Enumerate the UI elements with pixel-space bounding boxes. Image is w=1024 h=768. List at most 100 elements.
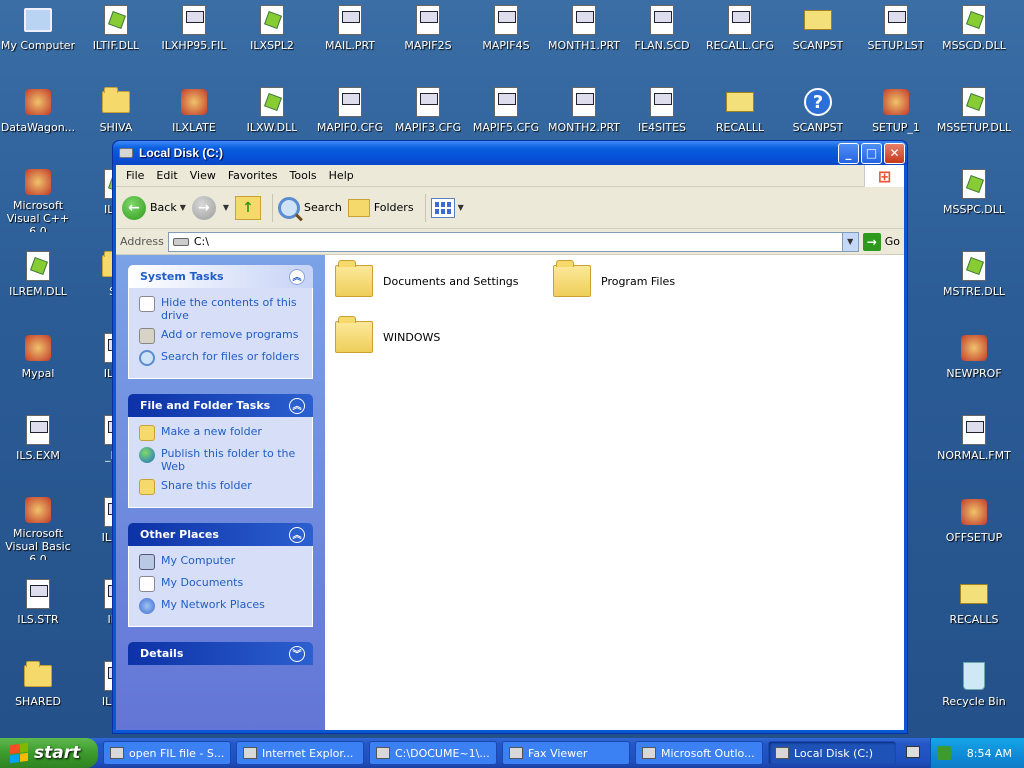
desktop-icon[interactable]: FLAN.SCD bbox=[624, 4, 700, 68]
taskbar-item[interactable]: Internet Explor... bbox=[236, 741, 364, 765]
file-folder-tasks-header[interactable]: File and Folder Tasks ︽ bbox=[128, 394, 313, 417]
desktop-icon[interactable]: RECALLS bbox=[936, 578, 1012, 642]
address-dropdown-button[interactable]: ▼ bbox=[841, 232, 858, 251]
console-icon bbox=[376, 747, 390, 759]
desktop-icon[interactable]: OFFSETUP bbox=[936, 496, 1012, 560]
taskbar-item[interactable]: open FIL file - S... bbox=[103, 741, 231, 765]
browser-icon bbox=[110, 747, 124, 759]
details-panel: Details ︾ bbox=[128, 642, 313, 665]
desktop-icon[interactable]: MSTRE.DLL bbox=[936, 250, 1012, 314]
desktop-icon[interactable]: My Computer bbox=[0, 4, 76, 68]
place-my-network-places[interactable]: My Network Places bbox=[139, 598, 302, 614]
desktop-icon[interactable]: Microsoft Visual Basic 6.0 bbox=[0, 496, 76, 560]
desktop-icon[interactable]: NORMAL.FMT bbox=[936, 414, 1012, 478]
title-bar[interactable]: Local Disk (C:) _ □ ✕ bbox=[113, 141, 907, 165]
windows-flag-icon bbox=[10, 742, 28, 764]
desktop-icon-label: SETUP.LST bbox=[867, 39, 925, 52]
desktop-icon[interactable]: ILS.STR bbox=[0, 578, 76, 642]
window-title: Local Disk (C:) bbox=[139, 146, 224, 160]
chevron-up-icon[interactable]: ︽ bbox=[289, 526, 305, 543]
menu-file[interactable]: File bbox=[120, 169, 150, 182]
go-button[interactable]: → Go bbox=[862, 232, 900, 251]
panel-title: System Tasks bbox=[140, 270, 224, 283]
search-button[interactable]: Search bbox=[278, 196, 342, 219]
folder-documents-and-settings[interactable]: Documents and Settings bbox=[335, 260, 519, 297]
chevron-up-icon[interactable]: ︽ bbox=[289, 397, 305, 414]
desktop-icon[interactable]: S bbox=[1000, 168, 1024, 232]
desktop-icon[interactable]: MONTH1.PRT bbox=[546, 4, 622, 68]
desktop-icon[interactable]: ILS.EXM bbox=[0, 414, 76, 478]
desktop-icon[interactable]: DataWagon... bbox=[0, 86, 76, 150]
views-button[interactable]: ▼ bbox=[430, 197, 464, 218]
address-input[interactable]: C:\ ▼ bbox=[167, 231, 859, 252]
taskbar-item[interactable]: Fax Viewer bbox=[502, 741, 630, 765]
desktop-icon[interactable]: Mypal bbox=[0, 332, 76, 396]
taskbar-item-active[interactable]: Local Disk (C:) bbox=[768, 741, 896, 765]
forward-button[interactable]: → ▼ bbox=[191, 195, 229, 220]
desktop-icon[interactable]: ILXHP95.FIL bbox=[156, 4, 232, 68]
menu-favorites[interactable]: Favorites bbox=[222, 169, 284, 182]
task-search-files[interactable]: Search for files or folders bbox=[139, 350, 302, 366]
task-hide-contents[interactable]: Hide the contents of this drive bbox=[139, 296, 302, 322]
desktop-icon[interactable]: RECALL.CFG bbox=[702, 4, 778, 68]
desktop-icon[interactable]: ILREM.DLL bbox=[0, 250, 76, 314]
folders-button[interactable]: Folders bbox=[347, 198, 414, 217]
folder-windows[interactable]: WINDOWS bbox=[335, 316, 440, 353]
dll-file-icon bbox=[958, 250, 990, 282]
place-my-computer[interactable]: My Computer bbox=[139, 554, 302, 570]
task-label: Share this folder bbox=[161, 479, 252, 492]
task-add-remove-programs[interactable]: Add or remove programs bbox=[139, 328, 302, 344]
task-publish-web[interactable]: Publish this folder to the Web bbox=[139, 447, 302, 473]
file-icon bbox=[490, 4, 522, 36]
desktop-icon-label: ILXW.DLL bbox=[246, 121, 298, 134]
desktop-icon[interactable]: MAIL.PRT bbox=[312, 4, 388, 68]
task-share-folder[interactable]: Share this folder bbox=[139, 479, 302, 495]
chevron-down-icon[interactable]: ▼ bbox=[180, 203, 186, 212]
desktop-icon[interactable]: NEWPROF bbox=[936, 332, 1012, 396]
tray-network-icon[interactable] bbox=[936, 746, 951, 760]
details-header[interactable]: Details ︾ bbox=[128, 642, 313, 665]
file-icon bbox=[412, 4, 444, 36]
menu-help[interactable]: Help bbox=[323, 169, 360, 182]
up-button[interactable]: ↑ bbox=[235, 195, 262, 220]
taskbar-item[interactable]: Microsoft Outlo... bbox=[635, 741, 763, 765]
menu-tools[interactable]: Tools bbox=[284, 169, 323, 182]
browser-icon bbox=[243, 747, 257, 759]
clock[interactable]: 8:54 AM bbox=[967, 747, 1012, 760]
chevron-down-icon[interactable]: ︾ bbox=[289, 645, 305, 662]
file-icon bbox=[958, 414, 990, 446]
place-my-documents[interactable]: My Documents bbox=[139, 576, 302, 592]
go-arrow-icon: → bbox=[862, 232, 881, 251]
keyboard-icon[interactable] bbox=[906, 746, 920, 758]
desktop-icon[interactable]: ILTIF.DLL bbox=[78, 4, 154, 68]
desktop-icon[interactable]: SETUP.LST bbox=[858, 4, 934, 68]
address-value: C:\ bbox=[193, 235, 209, 248]
start-button[interactable]: start bbox=[0, 738, 98, 768]
chevron-up-icon[interactable]: ︽ bbox=[289, 268, 305, 285]
desktop-icon-label: ILREM.DLL bbox=[9, 285, 67, 298]
close-button[interactable]: ✕ bbox=[884, 142, 905, 164]
taskbar-item[interactable]: C:\DOCUME~1\... bbox=[369, 741, 497, 765]
application-icon bbox=[22, 86, 54, 118]
chevron-down-icon[interactable]: ▼ bbox=[223, 203, 229, 212]
folder-program-files[interactable]: Program Files bbox=[553, 260, 675, 297]
system-tasks-header[interactable]: System Tasks ︽ bbox=[128, 265, 313, 288]
desktop-icon[interactable]: SCANPST bbox=[780, 4, 856, 68]
minimize-button[interactable]: _ bbox=[838, 142, 859, 164]
other-places-header[interactable]: Other Places ︽ bbox=[128, 523, 313, 546]
desktop-icon[interactable]: ILXSPL2 bbox=[234, 4, 310, 68]
file-icon bbox=[178, 4, 210, 36]
desktop-icon[interactable]: S bbox=[1000, 86, 1024, 150]
back-button[interactable]: ← Back ▼ bbox=[122, 195, 186, 220]
menu-edit[interactable]: Edit bbox=[150, 169, 183, 182]
menu-view[interactable]: View bbox=[184, 169, 222, 182]
desktop-icon[interactable]: MAPIF2S bbox=[390, 4, 466, 68]
desktop-icon[interactable]: MSSCD.DLL bbox=[936, 4, 1012, 68]
task-make-new-folder[interactable]: Make a new folder bbox=[139, 425, 302, 441]
desktop-icon[interactable]: Recycle Bin bbox=[936, 660, 1012, 724]
desktop-icon[interactable]: Microsoft Visual C++ 6.0 bbox=[0, 168, 76, 232]
desktop-icon[interactable]: MAPIF4S bbox=[468, 4, 544, 68]
taskbar-item-label: Local Disk (C:) bbox=[794, 746, 874, 760]
desktop-icon[interactable]: SHARED bbox=[0, 660, 76, 724]
maximize-button[interactable]: □ bbox=[861, 142, 882, 164]
